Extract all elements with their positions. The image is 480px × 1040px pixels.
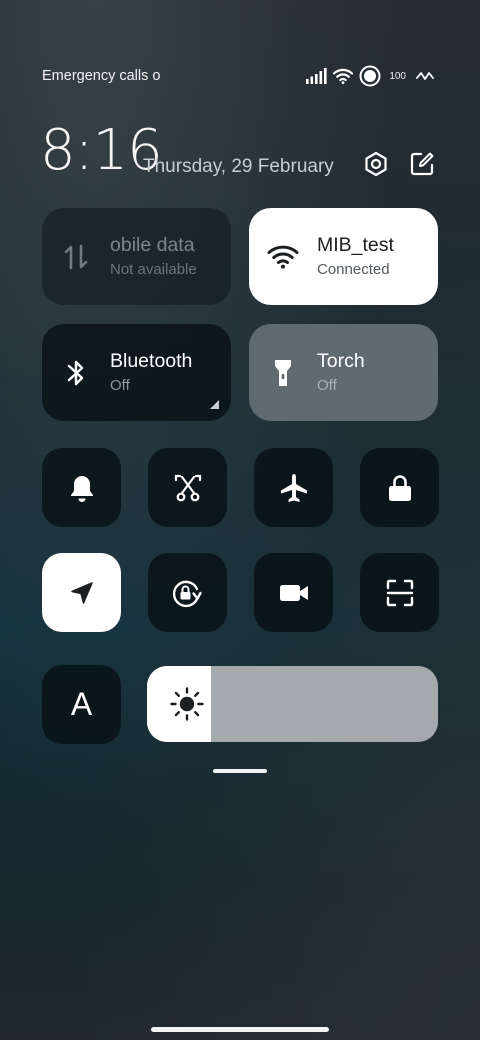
rotation-lock-toggle[interactable] [148,553,227,632]
bell-icon [70,475,93,502]
bluetooth-icon [42,358,110,388]
airplane-icon [280,473,307,502]
location-toggle[interactable] [42,553,121,632]
brightness-slider[interactable] [147,666,438,742]
battery-level: 100 [389,70,406,82]
font-size-label: A [70,686,93,722]
expand-indicator-icon[interactable] [210,400,219,409]
location-arrow-icon [70,581,93,604]
screenshot-toggle[interactable] [148,448,227,527]
mobile-data-tile[interactable]: obile data Not available [42,208,231,305]
settings-icon[interactable] [360,148,392,180]
mobile-data-status: Not available [110,260,197,278]
torch-icon [249,357,317,389]
record-icon [359,65,381,87]
screen-recorder-toggle[interactable] [254,553,333,632]
bluetooth-status: Off [110,376,130,394]
rotation-lock-icon [172,580,202,607]
bluetooth-label: Bluetooth [110,349,193,372]
status-icons: 100 [305,64,436,88]
scissors-screenshot-icon [174,474,201,501]
airplane-mode-toggle[interactable] [254,448,333,527]
status-text: Emergency calls o [42,68,161,84]
edit-icon[interactable] [406,148,438,180]
wifi-icon [249,244,317,270]
mobile-data-label: obile data [110,233,195,256]
mobile-data-icon [42,242,110,272]
sun-icon [170,687,204,721]
home-indicator[interactable] [151,1027,329,1032]
video-camera-icon [279,584,308,601]
wifi-tile[interactable]: MIB_test Connected [249,208,438,305]
scan-icon [386,579,413,606]
bluetooth-tile[interactable]: Bluetooth Off [42,324,231,421]
torch-tile[interactable]: Torch Off [249,324,438,421]
date: Thursday, 29 February [143,156,334,177]
wifi-label: MIB_test [317,233,394,256]
lock-screen-toggle[interactable] [360,448,439,527]
lock-icon [388,474,411,501]
wave-icon [416,72,434,80]
panel-drag-handle[interactable] [213,769,267,773]
font-size-button[interactable]: A [42,665,121,744]
torch-label: Torch [317,349,365,372]
signal-icon [306,68,327,84]
torch-status: Off [317,376,337,394]
wifi-status: Connected [317,260,390,278]
scanner-toggle[interactable] [360,553,439,632]
ringer-toggle[interactable] [42,448,121,527]
wifi-status-icon [333,68,354,84]
